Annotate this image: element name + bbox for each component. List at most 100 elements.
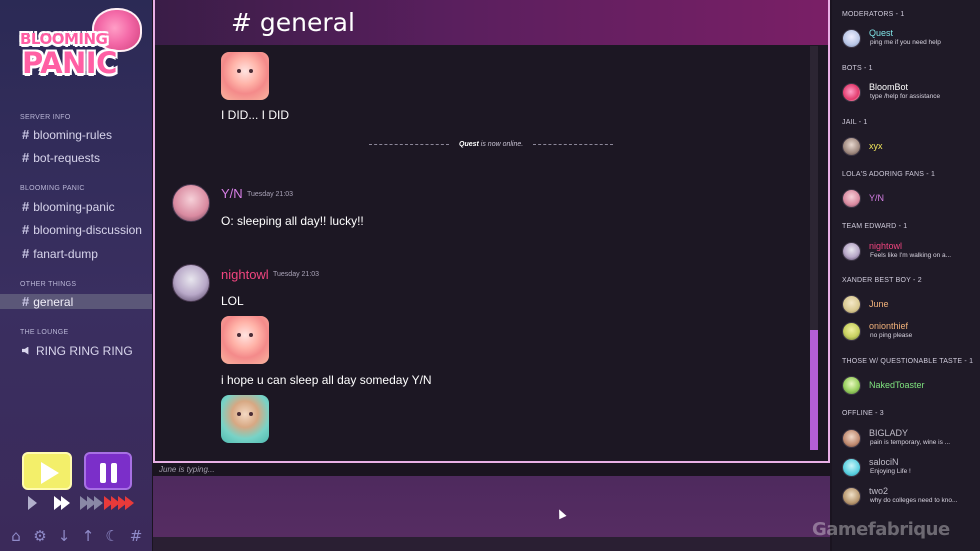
member-name: xyx [869,141,883,151]
member-status: no ping please [870,332,913,339]
member-name: two2 [869,486,889,496]
channel-label: blooming-panic [33,199,115,214]
message-timestamp: Tuesday 21:03 [273,271,320,278]
message-text: i hope u can sleep all day someday Y/N [221,373,432,387]
message-author[interactable]: Y/N [221,186,243,201]
chat-scrollbar[interactable] [810,46,818,450]
avatar [842,189,861,208]
group-header: OFFLINE - 3 [842,410,884,417]
system-user: Quest [459,141,479,148]
group-header: LOLA'S ADORING FANS - 1 [842,171,936,178]
member-bloombot[interactable]: BloomBot type /help for assistance [832,82,980,106]
watermark: Gamefabrique [812,519,950,540]
speed-3x-icon[interactable] [80,496,103,510]
channel-label: fanart-dump [33,246,98,261]
typing-indicator: June is typing... [159,465,215,474]
avatar[interactable] [172,184,210,222]
member-name: Quest [869,28,894,38]
avatar [842,83,861,102]
play-button[interactable] [22,452,72,490]
speed-4x-icon[interactable] [104,496,134,510]
member-status: why do colleges need to kno... [870,497,958,504]
hash-icon: # [231,8,252,37]
message-timestamp: Tuesday 21:03 [247,191,294,198]
avatar [842,322,861,341]
avatar [842,487,861,506]
member-biglady[interactable]: BIGLADY pain is temporary, wine is ... [832,428,980,452]
arrow-down-icon[interactable]: ↓ [52,526,76,546]
channel-general[interactable]: # general [0,294,152,309]
member-name: NakedToaster [869,380,925,390]
member-status: Feels like I'm walking on a... [870,252,952,259]
home-icon[interactable]: ⌂ [4,526,28,546]
hash-icon: # [22,246,30,261]
bottom-strip [153,537,830,551]
member-quest[interactable]: Quest ping me if you need help [832,28,980,52]
pause-button[interactable] [84,452,132,490]
speed-1x-icon[interactable] [28,496,37,510]
avatar [842,458,861,477]
speaker-icon [22,346,29,355]
avatar [842,137,861,156]
channel-label: blooming-rules [33,127,112,142]
gear-icon[interactable]: ⚙ [28,526,52,546]
member-status: Enjoying Life ! [870,468,911,475]
member-yn[interactable]: Y/N [832,188,980,212]
message-input[interactable] [153,476,830,537]
member-xyx[interactable]: xyx [832,136,980,160]
member-nakedtoaster[interactable]: NakedToaster [832,375,980,399]
member-name: BloomBot [869,82,909,92]
member-june[interactable]: June [832,294,980,318]
channel-blooming-rules[interactable]: # blooming-rules [0,127,152,142]
member-name: June [869,299,889,309]
category-the-lounge: THE LOUNGE [20,329,69,336]
category-other-things: OTHER THINGS [20,281,77,288]
group-header: TEAM EDWARD - 1 [842,223,908,230]
channel-fanart-dump[interactable]: # fanart-dump [0,246,152,261]
member-name: salociN [869,457,899,467]
category-server-info: SERVER INFO [20,114,71,121]
pause-icon [100,463,106,483]
bottom-toolbar: ⌂ ⚙ ↓ ↑ ☾ # [4,526,148,546]
channel-title: # general [231,8,355,37]
message-text: I DID... I DID [221,108,290,122]
channel-blooming-panic[interactable]: # blooming-panic [0,199,152,214]
arrow-up-icon[interactable]: ↑ [76,526,100,546]
channel-label: general [33,294,74,309]
member-status: ping me if you need help [870,39,941,46]
member-nightowl[interactable]: nightowl Feels like I'm walking on a... [832,241,980,265]
moon-icon[interactable]: ☾ [100,526,124,546]
group-header: THOSE W/ QUESTIONABLE TASTE - 1 [842,358,974,365]
message-author[interactable]: nightowl [221,267,269,282]
avatar [842,242,861,261]
channel-label: blooming-discussion [33,222,142,237]
channel-label: RING RING RING [36,343,133,358]
message-text: O: sleeping all day!! lucky!! [221,214,364,228]
member-salocin[interactable]: salociN Enjoying Life ! [832,457,980,481]
member-status: type /help for assistance [870,93,941,100]
sticker-image [221,395,269,443]
server-sidebar: BLOOMING PANIC SERVER INFO # blooming-rul… [0,0,152,551]
scroll-thumb[interactable] [810,330,818,450]
avatar [842,29,861,48]
logo-line2: PANIC [22,46,117,80]
group-header: JAIL - 1 [842,119,868,126]
voice-channel-ring-ring-ring[interactable]: RING RING RING [0,343,152,358]
server-logo[interactable]: BLOOMING PANIC [18,8,142,84]
member-name: nightowl [869,241,903,251]
avatar[interactable] [172,264,210,302]
channel-label: bot-requests [33,150,100,165]
hash-icon: # [22,199,30,214]
sticker-image [221,52,269,100]
message-text: LOL [221,294,244,308]
avatar [842,295,861,314]
channel-bot-requests[interactable]: # bot-requests [0,150,152,165]
member-list: MODERATORS - 1 Quest ping me if you need… [832,0,980,551]
system-text: is now online. [480,141,524,148]
speed-2x-icon[interactable] [54,496,70,510]
channel-blooming-discussion[interactable]: # blooming-discussion [0,222,152,237]
hash-icon[interactable]: # [124,526,148,546]
member-onionthief[interactable]: onionthief no ping please [832,321,980,345]
member-two2[interactable]: two2 why do colleges need to kno... [832,486,980,510]
hash-icon: # [22,150,30,165]
